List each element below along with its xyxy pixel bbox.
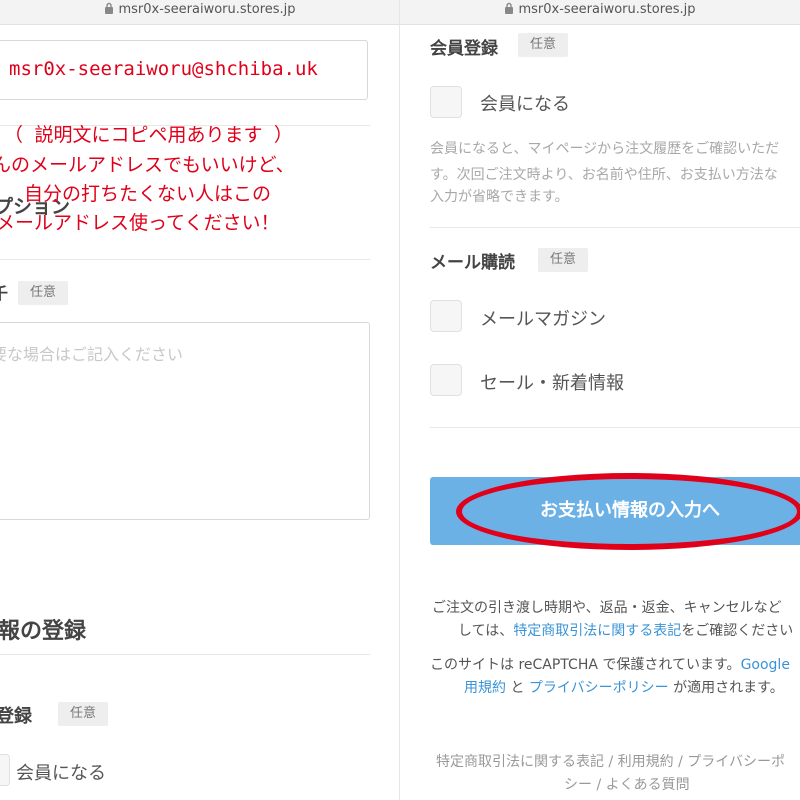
- terms-link[interactable]: 用規約: [464, 680, 506, 696]
- member-registration-heading: 会員登録: [430, 39, 498, 59]
- notice-text: をご確認ください: [681, 623, 794, 639]
- proceed-to-payment-button[interactable]: お支払い情報の入力へ: [430, 477, 800, 545]
- left-screenshot-panel: msr0x-seeraiworu.stores.jp msr0x-seeraiw…: [0, 0, 400, 800]
- address-bar[interactable]: msr0x-seeraiworu.stores.jp: [0, 0, 400, 25]
- footer-links-line-2[interactable]: シー / よくある質問: [564, 774, 690, 794]
- cancellation-notice-line-1: ご注文の引き渡し時期や、返品・返金、キャンセルなど: [432, 600, 782, 616]
- annotation-line-2: んのメールアドレスでもいいけど、: [0, 154, 295, 176]
- url-text: msr0x-seeraiworu.stores.jp: [118, 2, 296, 17]
- member-description-line-3: 入力が省略できます。: [430, 189, 569, 205]
- recaptcha-text: このサイトは reCAPTCHA で保護されています。: [430, 657, 741, 673]
- commercial-law-link[interactable]: 特定商取引法に関する表記: [513, 623, 681, 639]
- lock-icon: [105, 2, 114, 14]
- recaptcha-text: が適用されます。: [668, 680, 784, 696]
- member-checkbox[interactable]: [0, 754, 10, 786]
- divider: [0, 654, 370, 655]
- footer-links-line-1[interactable]: 特定商取引法に関する表記 / 利用規約 / プライバシーポ: [436, 751, 785, 771]
- proceed-to-payment-label: お支払い情報の入力へ: [540, 500, 720, 521]
- annotation-line-4: メールアドレス使ってください！: [0, 212, 280, 234]
- optional-badge: 任意: [518, 33, 569, 57]
- optional-badge: 任意: [58, 702, 109, 726]
- email-field-value: msr0x-seeraiworu@shchiba.uk: [9, 58, 318, 80]
- address-bar[interactable]: msr0x-seeraiworu.stores.jp: [400, 0, 800, 25]
- member-registration-heading: 登録: [0, 706, 32, 727]
- optional-badge: 任意: [18, 281, 69, 305]
- member-checkbox[interactable]: [430, 86, 462, 118]
- recaptcha-notice-line-1: このサイトは reCAPTCHA で保護されています。Google: [430, 654, 790, 674]
- member-description-line-1: 会員になると、マイページから注文履歴をご確認いただ: [430, 141, 780, 157]
- notice-text: しては、: [458, 623, 514, 639]
- newsletter-heading: メール購読: [430, 253, 515, 273]
- divider: [0, 259, 370, 260]
- notes-textarea[interactable]: 要な場合はご記入ください: [0, 322, 370, 520]
- notes-placeholder: 要な場合はご記入ください: [0, 345, 184, 364]
- cancellation-notice-line-2: しては、特定商取引法に関する表記をご確認ください: [458, 620, 793, 640]
- lock-icon: [505, 2, 514, 14]
- right-screenshot-panel: msr0x-seeraiworu.stores.jp 会員登録 任意 会員になる…: [400, 0, 800, 800]
- optional-badge: 任意: [538, 248, 589, 272]
- sale-news-checkbox-label: セール・新着情報: [480, 373, 624, 394]
- newsletter-checkbox-label: メールマガジン: [480, 309, 606, 330]
- newsletter-checkbox[interactable]: [430, 300, 462, 332]
- member-checkbox-label: 会員になる: [16, 763, 106, 784]
- privacy-policy-link[interactable]: プライバシーポリシー: [529, 680, 669, 696]
- recaptcha-notice-line-2: 用規約 と プライバシーポリシー が適用されます。: [464, 677, 784, 697]
- email-field[interactable]: msr0x-seeraiworu@shchiba.uk: [0, 40, 368, 100]
- url-text: msr0x-seeraiworu.stores.jp: [518, 2, 696, 17]
- sale-news-checkbox[interactable]: [430, 364, 462, 396]
- divider: [430, 227, 800, 228]
- recaptcha-text: と: [506, 680, 529, 696]
- section-heading-registration: 報の登録: [0, 619, 87, 644]
- google-link[interactable]: Google: [741, 657, 790, 673]
- annotation-line-1: （ 説明文にコピペ用あります ）: [4, 124, 293, 146]
- divider: [430, 427, 800, 428]
- member-checkbox-label: 会員になる: [480, 94, 570, 115]
- annotation-line-3: 自分の打ちたくない人はこの: [24, 183, 272, 205]
- notes-label: 千: [0, 284, 9, 303]
